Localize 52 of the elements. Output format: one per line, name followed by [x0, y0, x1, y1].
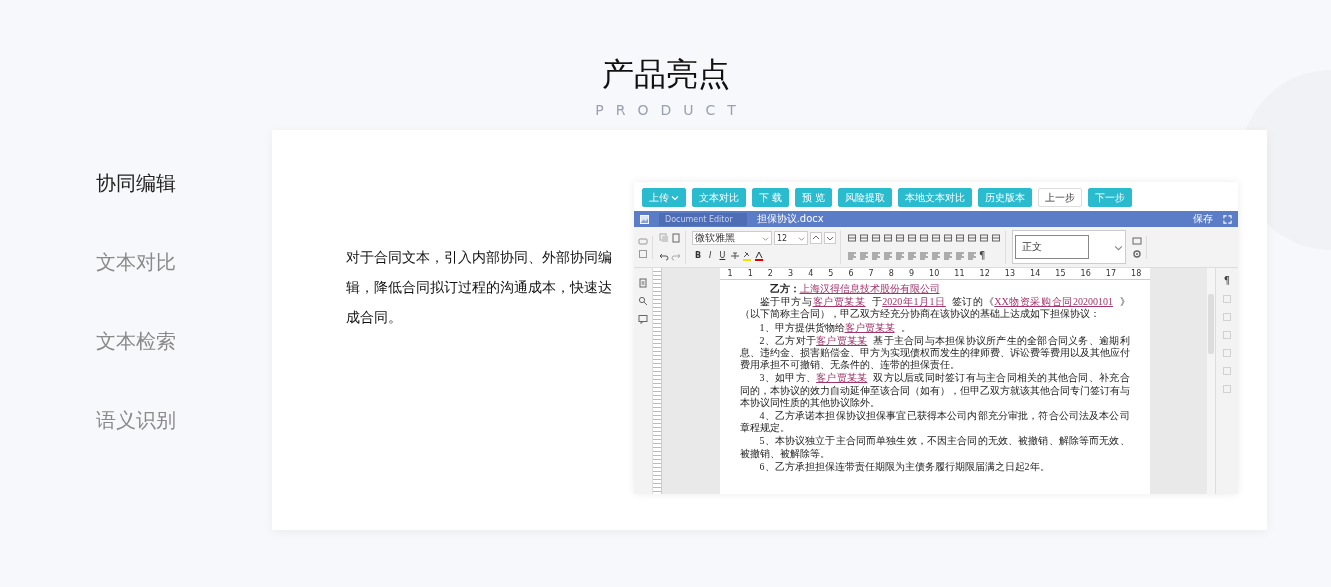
fullscreen-icon[interactable]: [1223, 214, 1232, 224]
page-icon[interactable]: [638, 278, 648, 288]
paragraph-settings-button[interactable]: ¶: [1223, 276, 1231, 286]
paragraph-mark-button[interactable]: ¶: [979, 251, 986, 261]
strikethrough-icon[interactable]: [730, 251, 741, 261]
chevron-down-icon[interactable]: [824, 232, 836, 244]
chevron-up-icon[interactable]: [810, 232, 822, 244]
section-title: 产品亮点: [601, 54, 730, 94]
feature-tab[interactable]: 语义识别: [96, 409, 272, 431]
action-button[interactable]: 上一步: [1038, 188, 1083, 207]
undo-icon[interactable]: [659, 251, 669, 261]
font-color-icon[interactable]: [754, 251, 765, 261]
format-button[interactable]: B: [692, 251, 705, 261]
document-name: 担保协议.docx: [756, 212, 824, 226]
comment-icon[interactable]: [638, 314, 648, 324]
document-paragraph: 6、乙方承担担保连带责任期限为主债务履行期限届满之日起2年。: [758, 460, 1051, 474]
document-paragraph: 3、如甲方、客户贾某某 双方以后或同时签订有与主合同相关的其他合同、补充合同的，本协议的效力自动延伸至该合同（如有），但甲乙双方就该其他合同专门签订有与本协议同性质的其他协议除外。: [739, 372, 1130, 410]
save-button[interactable]: 保存: [1193, 213, 1213, 225]
document-paragraph: 1、甲方提供货物给客户贾某某 。: [758, 321, 912, 334]
format-button[interactable]: I: [706, 251, 715, 261]
document-paragraph: 5、本协议独立于主合同而单独生效，不因主合同的无效、被撤销、解除等而无效、被撤销、被解除等。: [739, 435, 1130, 460]
feature-tab[interactable]: 协同编辑: [96, 172, 272, 194]
settings-icon[interactable]: [1132, 248, 1142, 259]
document-paragraph: 鉴于甲方与客户贾某某 于2020年1月1日 签订的《XX物资采购合同20200101 》（以下简称主合同），甲乙双方经充分协商在该协议的基础上达成如下担保协议：: [739, 296, 1130, 321]
layout-icon[interactable]: [1132, 235, 1142, 246]
font-select[interactable]: 微软雅黑: [692, 231, 772, 245]
section-subtitle: PRODUCT: [594, 102, 748, 118]
style-select[interactable]: 正文: [1012, 230, 1126, 264]
document-paragraph: 乙方：上海汉得信息技术股份有限公司: [768, 283, 941, 296]
feature-description: 对于合同文本，引入内部协同、外部协同编辑，降低合同拟订过程的沟通成本，快速达成合同。: [346, 248, 613, 327]
align-left-icon[interactable]: [847, 251, 857, 261]
document-paragraph: 4、乙方承诺本担保协议担保事宜已获得本公司内部充分审批，符合公司法及本公司章程规定。: [739, 410, 1130, 435]
action-button[interactable]: 下 载: [752, 188, 790, 207]
breadcrumb-link[interactable]: Document Editor: [659, 212, 747, 226]
highlight-icon[interactable]: [742, 251, 753, 261]
action-button[interactable]: 文本对比: [692, 188, 746, 207]
format-button[interactable]: U: [716, 251, 729, 261]
feature-tab[interactable]: 文本检索: [96, 330, 272, 352]
horizontal-ruler: 1 1 2 3 4 5 6 7 8 9 10 11 12 13 14 15 16 17 18: [719, 268, 1150, 280]
caret-icon: [671, 193, 679, 202]
font-size-select[interactable]: 12: [774, 231, 808, 245]
action-button[interactable]: 历史版本: [978, 188, 1033, 207]
feature-tab[interactable]: 文本对比: [96, 251, 272, 273]
caret-icon: [798, 234, 805, 242]
action-button[interactable]: 本地文本对比: [898, 188, 973, 207]
caret-icon: [762, 234, 769, 242]
action-button[interactable]: 下一步: [1088, 188, 1133, 207]
search-icon[interactable]: [638, 296, 648, 306]
document-paragraph: 2、乙方对于客户贾某某 基于主合同与本担保协议所产生的全部合同义务、逾期利息、违约金、损害赔偿金、甲方为实现债权而发生的律师费、诉讼费等费用以及其他应付费用承担不可撤销、无条件的、连带的担保责任。: [739, 334, 1130, 372]
action-button[interactable]: 风险提取: [838, 188, 893, 207]
action-button[interactable]: 上传: [642, 188, 686, 207]
action-button[interactable]: 预 览: [795, 188, 833, 207]
